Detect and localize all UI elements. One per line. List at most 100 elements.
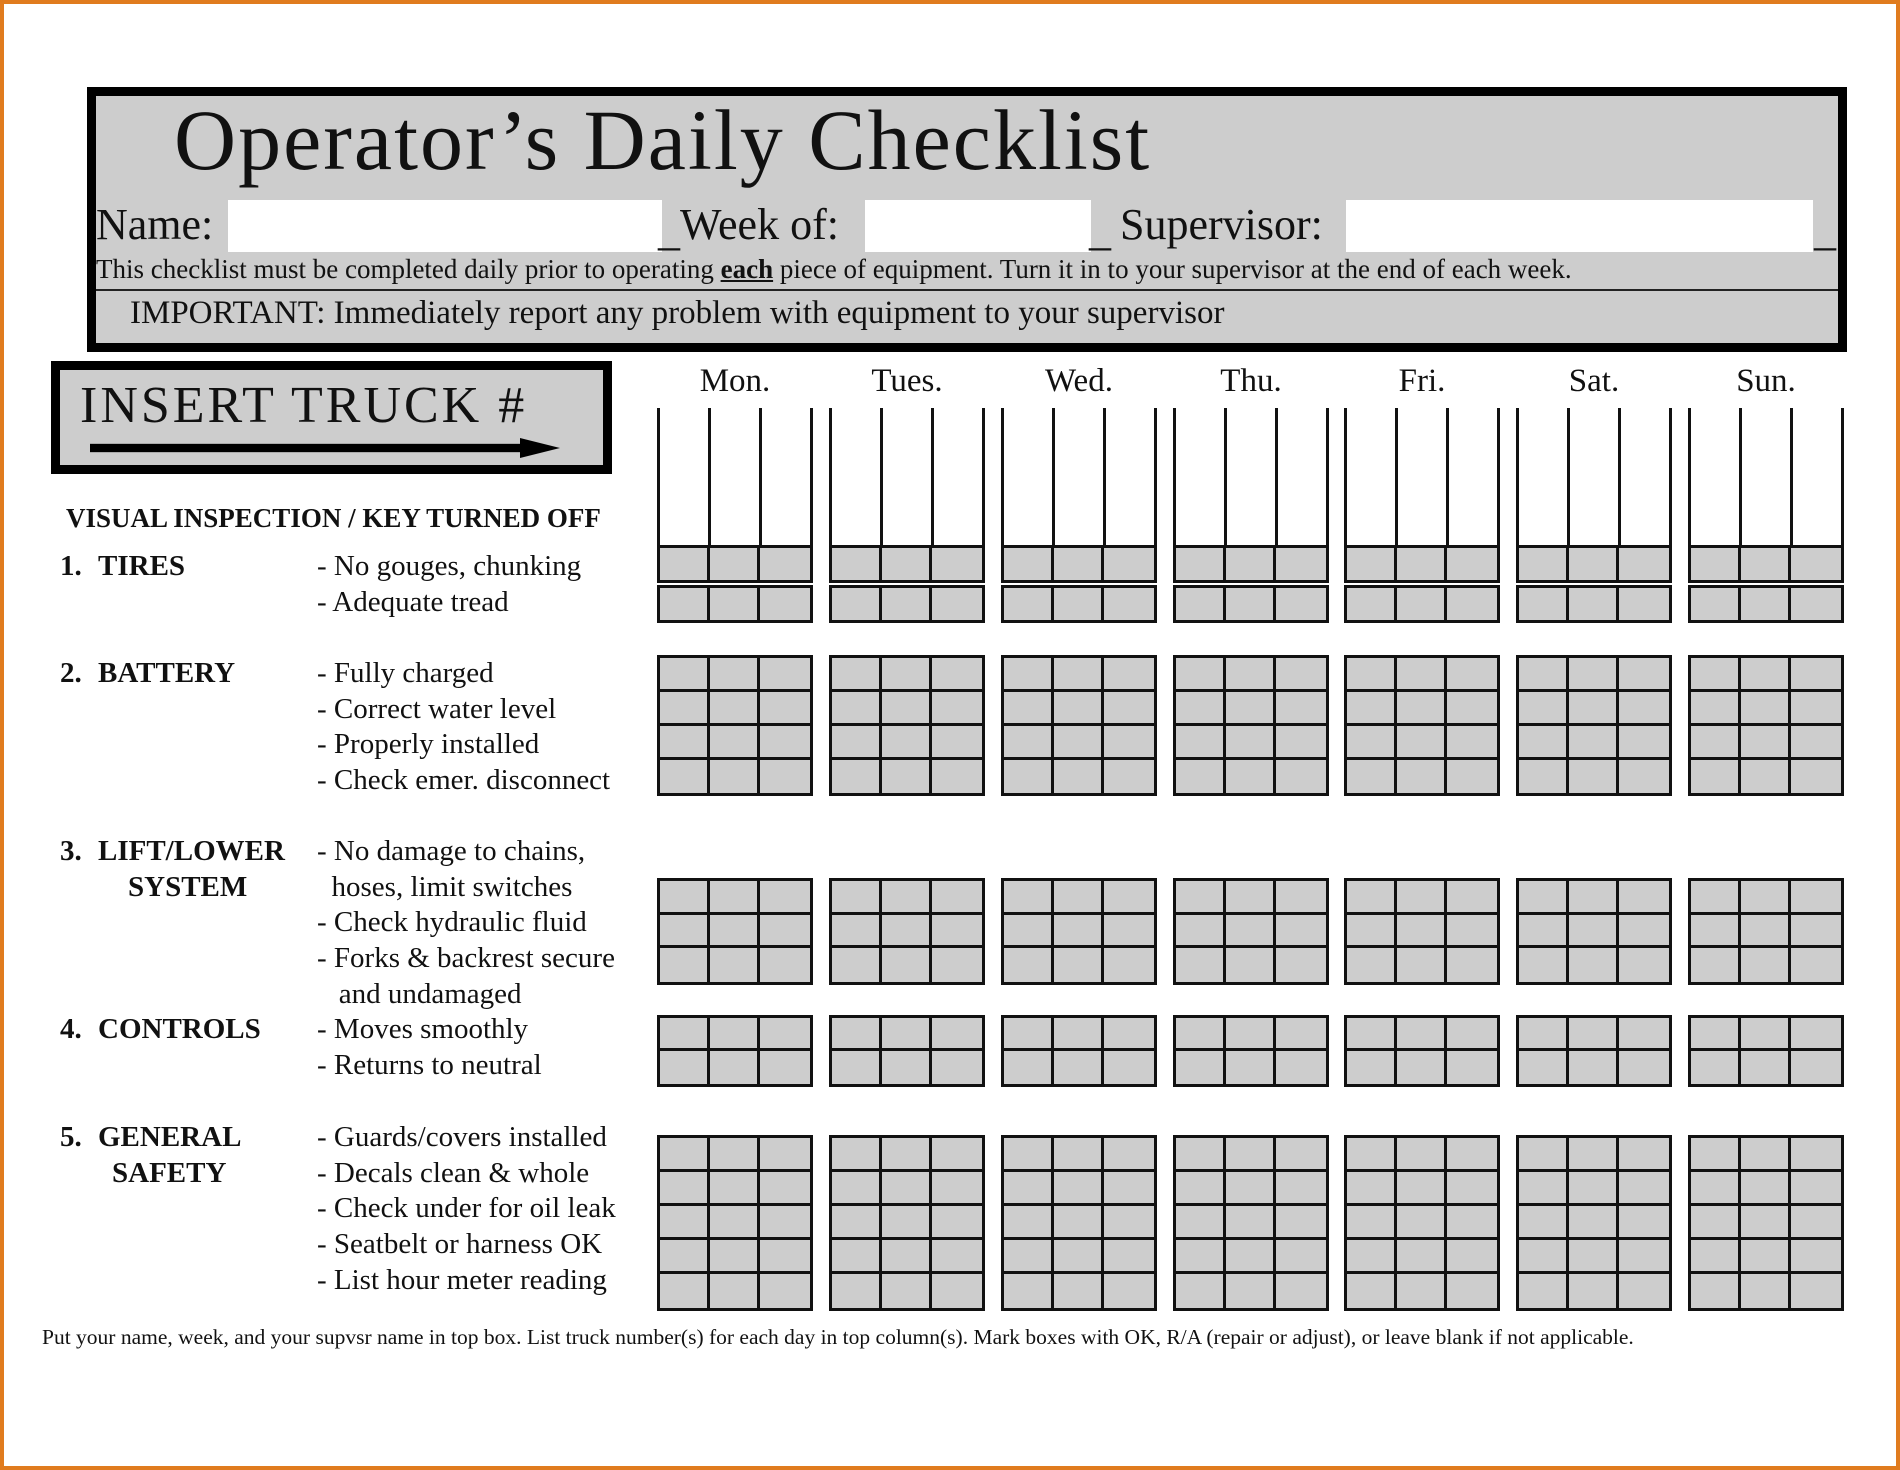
check-box[interactable] bbox=[832, 759, 882, 794]
check-box[interactable] bbox=[932, 1240, 982, 1274]
check-box[interactable] bbox=[1347, 1051, 1397, 1085]
check-box[interactable] bbox=[1447, 1206, 1497, 1240]
check-box[interactable] bbox=[1347, 1274, 1397, 1308]
check-box[interactable] bbox=[1519, 588, 1569, 620]
check-box[interactable] bbox=[932, 1051, 982, 1084]
check-box[interactable] bbox=[1054, 725, 1104, 760]
check-box[interactable] bbox=[1519, 1138, 1569, 1172]
check-box[interactable] bbox=[1791, 1051, 1841, 1084]
check-box[interactable] bbox=[660, 1274, 710, 1308]
check-box[interactable] bbox=[932, 760, 982, 794]
truck-number-cell[interactable] bbox=[883, 408, 931, 545]
check-box[interactable] bbox=[1619, 881, 1669, 915]
check-box[interactable] bbox=[1569, 658, 1619, 692]
check-box[interactable] bbox=[1791, 948, 1841, 982]
check-box[interactable] bbox=[1054, 1172, 1104, 1206]
check-box[interactable] bbox=[1519, 1274, 1569, 1308]
truck-number-cell[interactable] bbox=[1176, 408, 1224, 545]
check-box[interactable] bbox=[1104, 1018, 1154, 1052]
check-box[interactable] bbox=[1347, 759, 1397, 794]
check-box[interactable] bbox=[832, 658, 882, 692]
check-box[interactable] bbox=[932, 1274, 982, 1308]
check-box[interactable] bbox=[1619, 1240, 1669, 1274]
check-box[interactable] bbox=[932, 915, 982, 949]
check-box[interactable] bbox=[1054, 691, 1104, 726]
check-box[interactable] bbox=[1054, 1206, 1104, 1240]
check-box[interactable] bbox=[1276, 692, 1326, 726]
check-box[interactable] bbox=[882, 1240, 932, 1274]
check-box[interactable] bbox=[760, 548, 810, 580]
check-box[interactable] bbox=[1519, 548, 1569, 580]
check-box[interactable] bbox=[1447, 1018, 1497, 1052]
check-box[interactable] bbox=[1176, 588, 1226, 620]
check-box[interactable] bbox=[832, 914, 882, 949]
check-box[interactable] bbox=[1347, 948, 1397, 982]
check-box[interactable] bbox=[932, 658, 982, 692]
check-box[interactable] bbox=[1741, 1206, 1791, 1240]
check-box[interactable] bbox=[1519, 881, 1569, 915]
check-box[interactable] bbox=[1276, 915, 1326, 949]
check-box[interactable] bbox=[1276, 1172, 1326, 1206]
check-box[interactable] bbox=[1447, 548, 1497, 580]
check-box[interactable] bbox=[1569, 588, 1619, 620]
check-box[interactable] bbox=[1569, 1274, 1619, 1308]
check-box[interactable] bbox=[1691, 725, 1741, 760]
check-box[interactable] bbox=[1004, 914, 1054, 949]
check-box[interactable] bbox=[832, 588, 882, 620]
check-box[interactable] bbox=[710, 1274, 760, 1308]
check-box[interactable] bbox=[1004, 1172, 1054, 1206]
check-box[interactable] bbox=[660, 1051, 710, 1085]
check-box[interactable] bbox=[1004, 1274, 1054, 1308]
check-box[interactable] bbox=[710, 1240, 760, 1274]
check-box[interactable] bbox=[710, 1172, 760, 1206]
truck-number-cell[interactable] bbox=[1004, 408, 1052, 545]
check-box[interactable] bbox=[1276, 881, 1326, 915]
check-box[interactable] bbox=[1519, 691, 1569, 726]
check-box[interactable] bbox=[1791, 548, 1841, 580]
check-box[interactable] bbox=[1276, 1240, 1326, 1274]
check-box[interactable] bbox=[882, 1051, 932, 1085]
check-box[interactable] bbox=[932, 692, 982, 726]
check-box[interactable] bbox=[882, 1274, 932, 1308]
check-box[interactable] bbox=[1054, 914, 1104, 949]
check-box[interactable] bbox=[1619, 948, 1669, 982]
check-box[interactable] bbox=[932, 1206, 982, 1240]
check-box[interactable] bbox=[1691, 691, 1741, 726]
check-box[interactable] bbox=[932, 1018, 982, 1052]
check-box[interactable] bbox=[1276, 1018, 1326, 1052]
check-box[interactable] bbox=[1347, 881, 1397, 915]
check-box[interactable] bbox=[1397, 658, 1447, 692]
check-box[interactable] bbox=[1226, 1240, 1276, 1274]
check-box[interactable] bbox=[1347, 725, 1397, 760]
check-box[interactable] bbox=[760, 1138, 810, 1172]
check-box[interactable] bbox=[1347, 1240, 1397, 1274]
check-box[interactable] bbox=[1054, 658, 1104, 692]
check-box[interactable] bbox=[832, 1138, 882, 1172]
check-box[interactable] bbox=[1741, 691, 1791, 726]
check-box[interactable] bbox=[1226, 1172, 1276, 1206]
check-box[interactable] bbox=[1519, 1172, 1569, 1206]
check-box[interactable] bbox=[710, 759, 760, 794]
check-box[interactable] bbox=[1004, 691, 1054, 726]
check-box[interactable] bbox=[1176, 1274, 1226, 1308]
check-box[interactable] bbox=[1276, 948, 1326, 982]
check-box[interactable] bbox=[832, 691, 882, 726]
truck-number-cell[interactable] bbox=[1227, 408, 1275, 545]
check-box[interactable] bbox=[1054, 948, 1104, 982]
check-box[interactable] bbox=[1176, 1138, 1226, 1172]
check-box[interactable] bbox=[1569, 914, 1619, 949]
check-box[interactable] bbox=[1347, 1172, 1397, 1206]
check-box[interactable] bbox=[1791, 915, 1841, 949]
check-box[interactable] bbox=[1791, 760, 1841, 794]
check-box[interactable] bbox=[1791, 1138, 1841, 1172]
check-box[interactable] bbox=[1347, 658, 1397, 692]
check-box[interactable] bbox=[1176, 914, 1226, 949]
check-box[interactable] bbox=[882, 658, 932, 692]
check-box[interactable] bbox=[1741, 1172, 1791, 1206]
truck-number-cell[interactable] bbox=[1519, 408, 1567, 545]
check-box[interactable] bbox=[832, 548, 882, 580]
check-box[interactable] bbox=[1569, 1240, 1619, 1274]
check-box[interactable] bbox=[710, 1051, 760, 1085]
check-box[interactable] bbox=[1176, 725, 1226, 760]
check-box[interactable] bbox=[1054, 1018, 1104, 1052]
